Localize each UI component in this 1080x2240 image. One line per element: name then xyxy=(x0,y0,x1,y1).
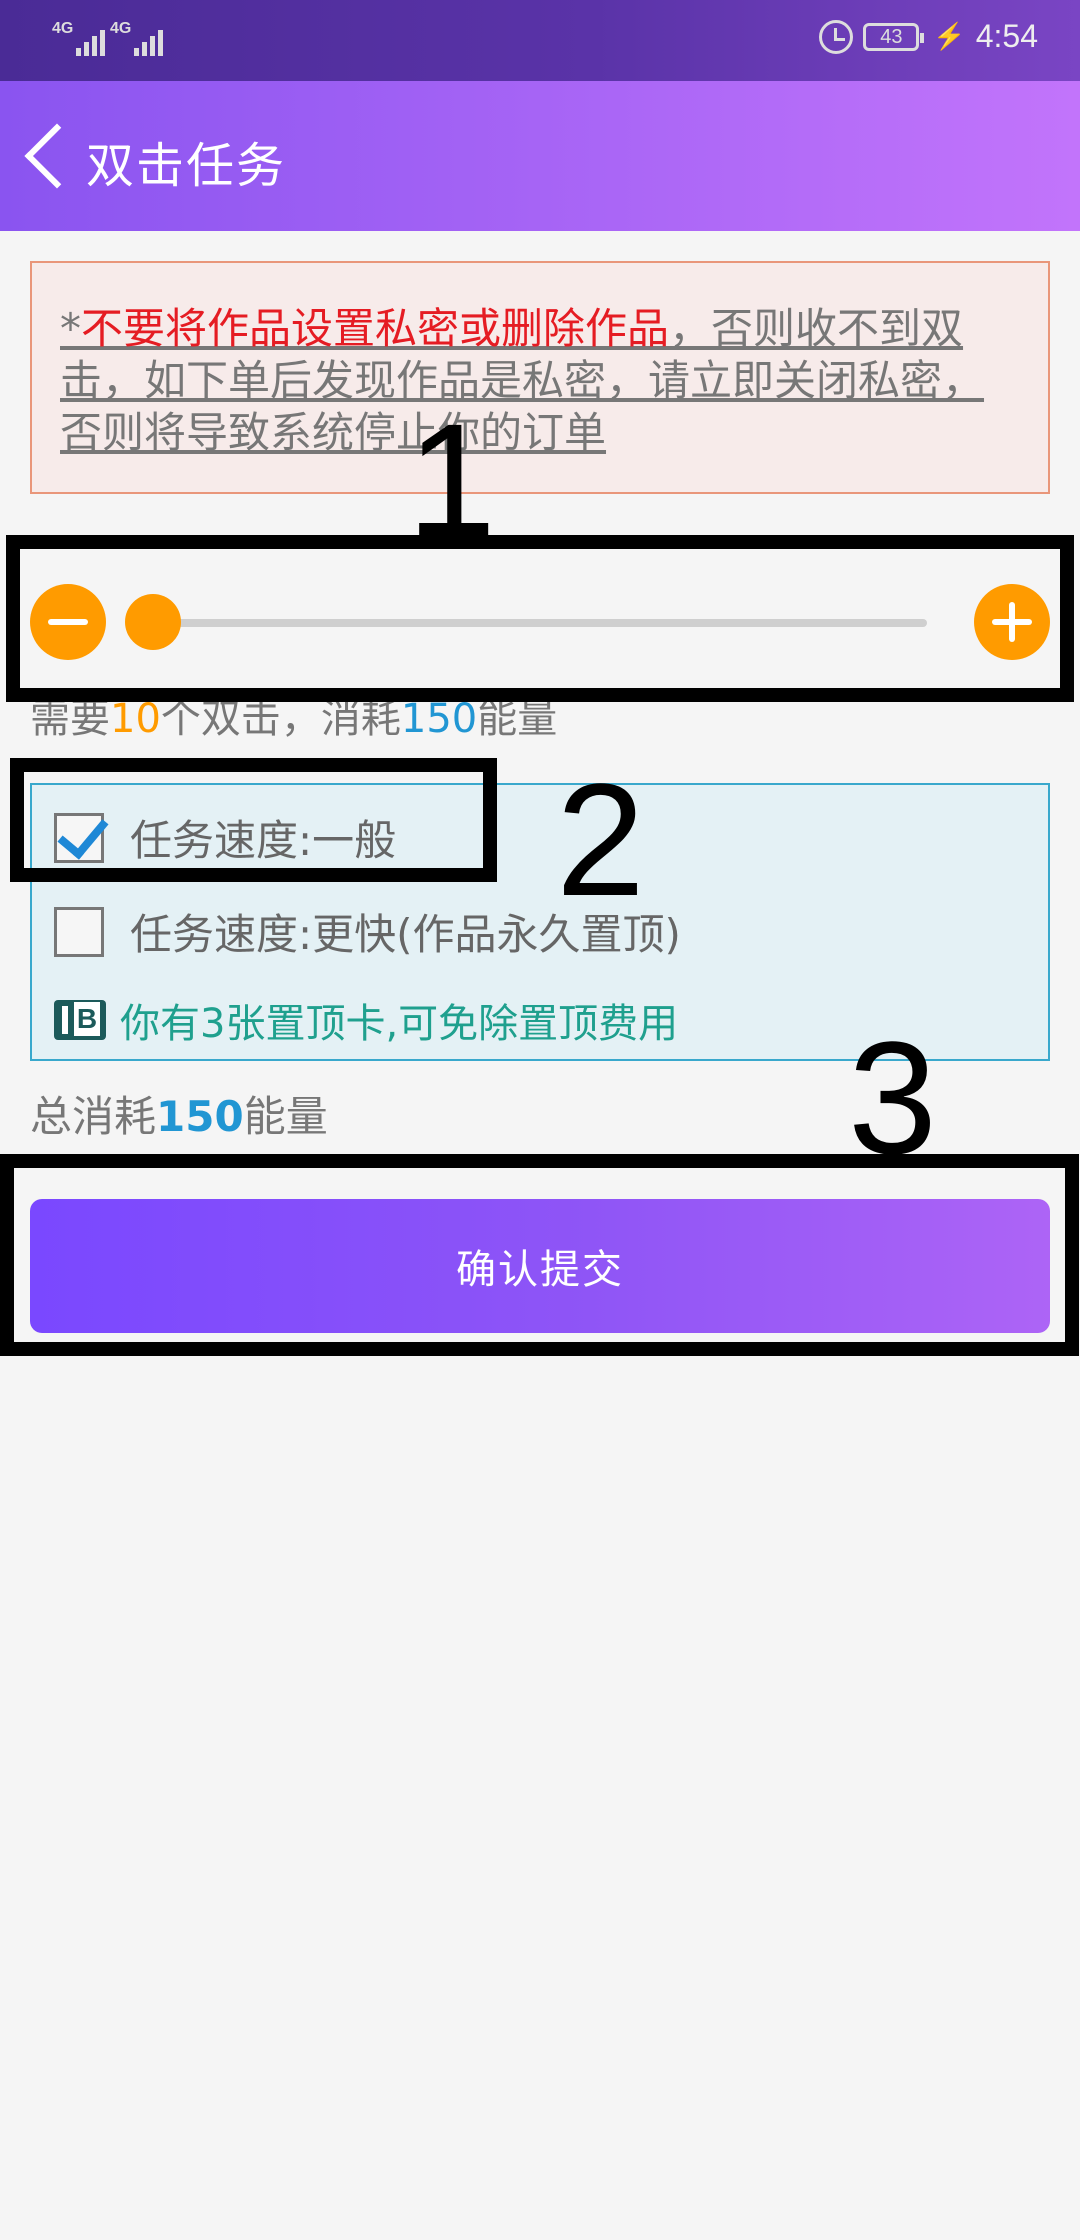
top-card-icon xyxy=(54,1000,106,1040)
annotation-box-1 xyxy=(6,535,1074,702)
warning-asterisk: * xyxy=(60,304,81,353)
annotation-number-1: 1 xyxy=(407,390,496,569)
warning-highlight: 不要将作品设置私密或删除作品 xyxy=(81,304,670,353)
need-count: 10 xyxy=(110,696,161,742)
total-cost: 总消耗150能量 xyxy=(30,1083,328,1144)
signal-icon-1: 4G xyxy=(52,20,108,56)
alarm-icon xyxy=(819,19,854,54)
top-card-text: 你有3张置顶卡,可免除置顶费用 xyxy=(120,1001,679,1047)
need-suffix: 能量 xyxy=(477,696,558,742)
annotation-number-2: 2 xyxy=(556,750,645,929)
checkbox-unchecked-icon[interactable] xyxy=(54,906,104,957)
top-card-info: 你有3张置顶卡,可免除置顶费用 xyxy=(54,991,678,1049)
signal-icon-2: 4G xyxy=(110,20,166,56)
annotation-number-3: 3 xyxy=(848,1008,937,1187)
battery-icon: 43 xyxy=(863,22,925,51)
title-bar: 双击任务 xyxy=(0,81,1080,231)
back-arrow-icon[interactable] xyxy=(12,111,72,201)
warning-text: *不要将作品设置私密或删除作品，否则收不到双击，如下单后发现作品是私密，请立即关… xyxy=(60,303,1020,459)
charging-icon: ⚡ xyxy=(933,21,966,51)
need-energy: 150 xyxy=(400,696,478,742)
status-bar: 4G 4G 43 ⚡ 4:54 xyxy=(0,0,1080,81)
total-prefix: 总消耗 xyxy=(30,1092,157,1141)
need-mid: 个双击，消耗 xyxy=(160,696,401,742)
clock: 4:54 xyxy=(975,18,1038,54)
warning-notice: *不要将作品设置私密或删除作品，否则收不到双击，如下单后发现作品是私密，请立即关… xyxy=(30,261,1050,494)
total-suffix: 能量 xyxy=(243,1092,328,1141)
network-type-1: 4G xyxy=(52,20,74,37)
network-type-2: 4G xyxy=(110,20,132,37)
need-prefix: 需要 xyxy=(30,696,110,742)
annotation-box-2 xyxy=(10,758,497,882)
page-title: 双击任务 xyxy=(86,138,287,194)
total-value: 150 xyxy=(156,1092,244,1141)
